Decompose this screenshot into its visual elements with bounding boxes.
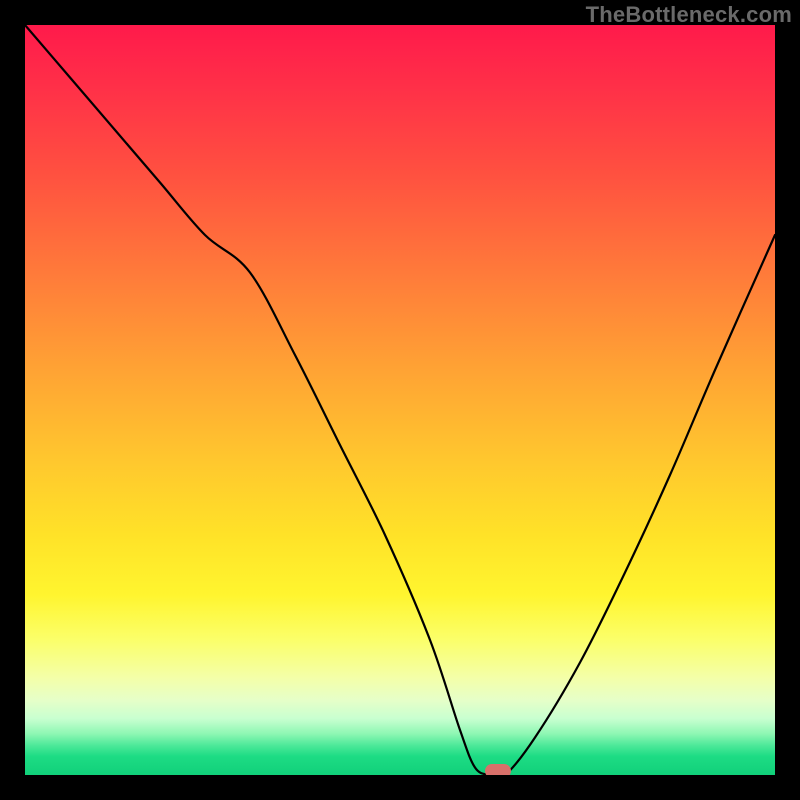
plot-area: [25, 25, 775, 775]
optimal-point-marker: [485, 764, 511, 775]
bottleneck-curve: [25, 25, 775, 775]
watermark-text: TheBottleneck.com: [586, 2, 792, 28]
chart-frame: TheBottleneck.com: [0, 0, 800, 800]
